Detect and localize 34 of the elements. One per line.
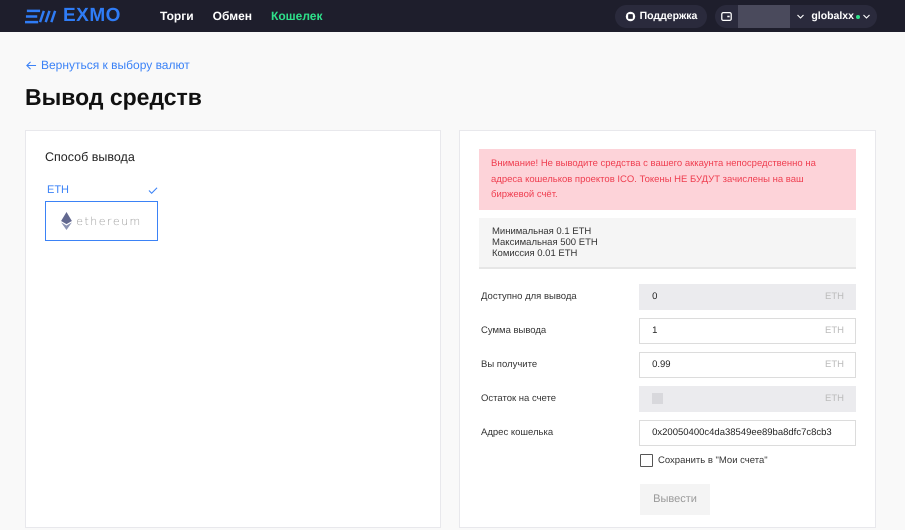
- input-field[interactable]: 0.99 ETH: [639, 352, 856, 378]
- limit-text: Комиссия 0.01 ETH: [492, 248, 578, 258]
- page-title: Вывод средств: [25, 84, 203, 111]
- nav-link[interactable]: Кошелек: [271, 9, 322, 23]
- caret-icon: [862, 12, 871, 20]
- limit-text: Максимальная 500 ETH: [492, 236, 599, 248]
- diamond-icon: [61, 212, 72, 230]
- wallet-icon: [721, 10, 732, 22]
- section-heading: Способ вывода: [45, 150, 136, 164]
- nav-link[interactable]: Торги: [160, 9, 194, 23]
- method-label: ETH: [46, 184, 69, 196]
- wallet-button[interactable]: [721, 10, 732, 22]
- field-label: Доступно для вывода: [481, 291, 578, 302]
- chat-icon: [624, 10, 636, 22]
- input-field[interactable]: 1 ETH: [639, 318, 856, 344]
- field-label: Остаток на счете: [481, 393, 558, 404]
- caret-icon: [796, 12, 806, 20]
- support-button[interactable]: Поддержка: [614, 4, 708, 28]
- checkbox[interactable]: [640, 454, 653, 466]
- user-menu-button[interactable]: globalxx: [811, 10, 871, 22]
- field-label: Сумма вывода: [481, 325, 548, 336]
- field-label: Вы получите: [481, 359, 538, 370]
- unit-label: ETH: [825, 359, 844, 370]
- field-label: Адрес кошелька: [481, 427, 554, 438]
- unit-label: ETH: [825, 325, 844, 336]
- logo-text: EXMO: [63, 5, 121, 27]
- input-field[interactable]: 0x20050400c4da38549ee89ba8dfc7c8cb3: [639, 420, 856, 446]
- redacted-block: [738, 4, 790, 28]
- arrow-left-icon: [25, 60, 37, 70]
- warning-message: Внимание! Не выводите средства с вашего аккаунта непосредственно на адреса кошельков проектов ICO. Токены НЕ БУДУТ зачислены на ваш биржевой счёт.: [479, 149, 856, 210]
- limit-text: Минимальная 0.1 ETH: [492, 226, 592, 236]
- logo-icon: [25, 8, 57, 24]
- nav-link[interactable]: Обмен: [212, 9, 252, 23]
- checkbox-label: Сохранить в "Мои счета": [658, 454, 768, 466]
